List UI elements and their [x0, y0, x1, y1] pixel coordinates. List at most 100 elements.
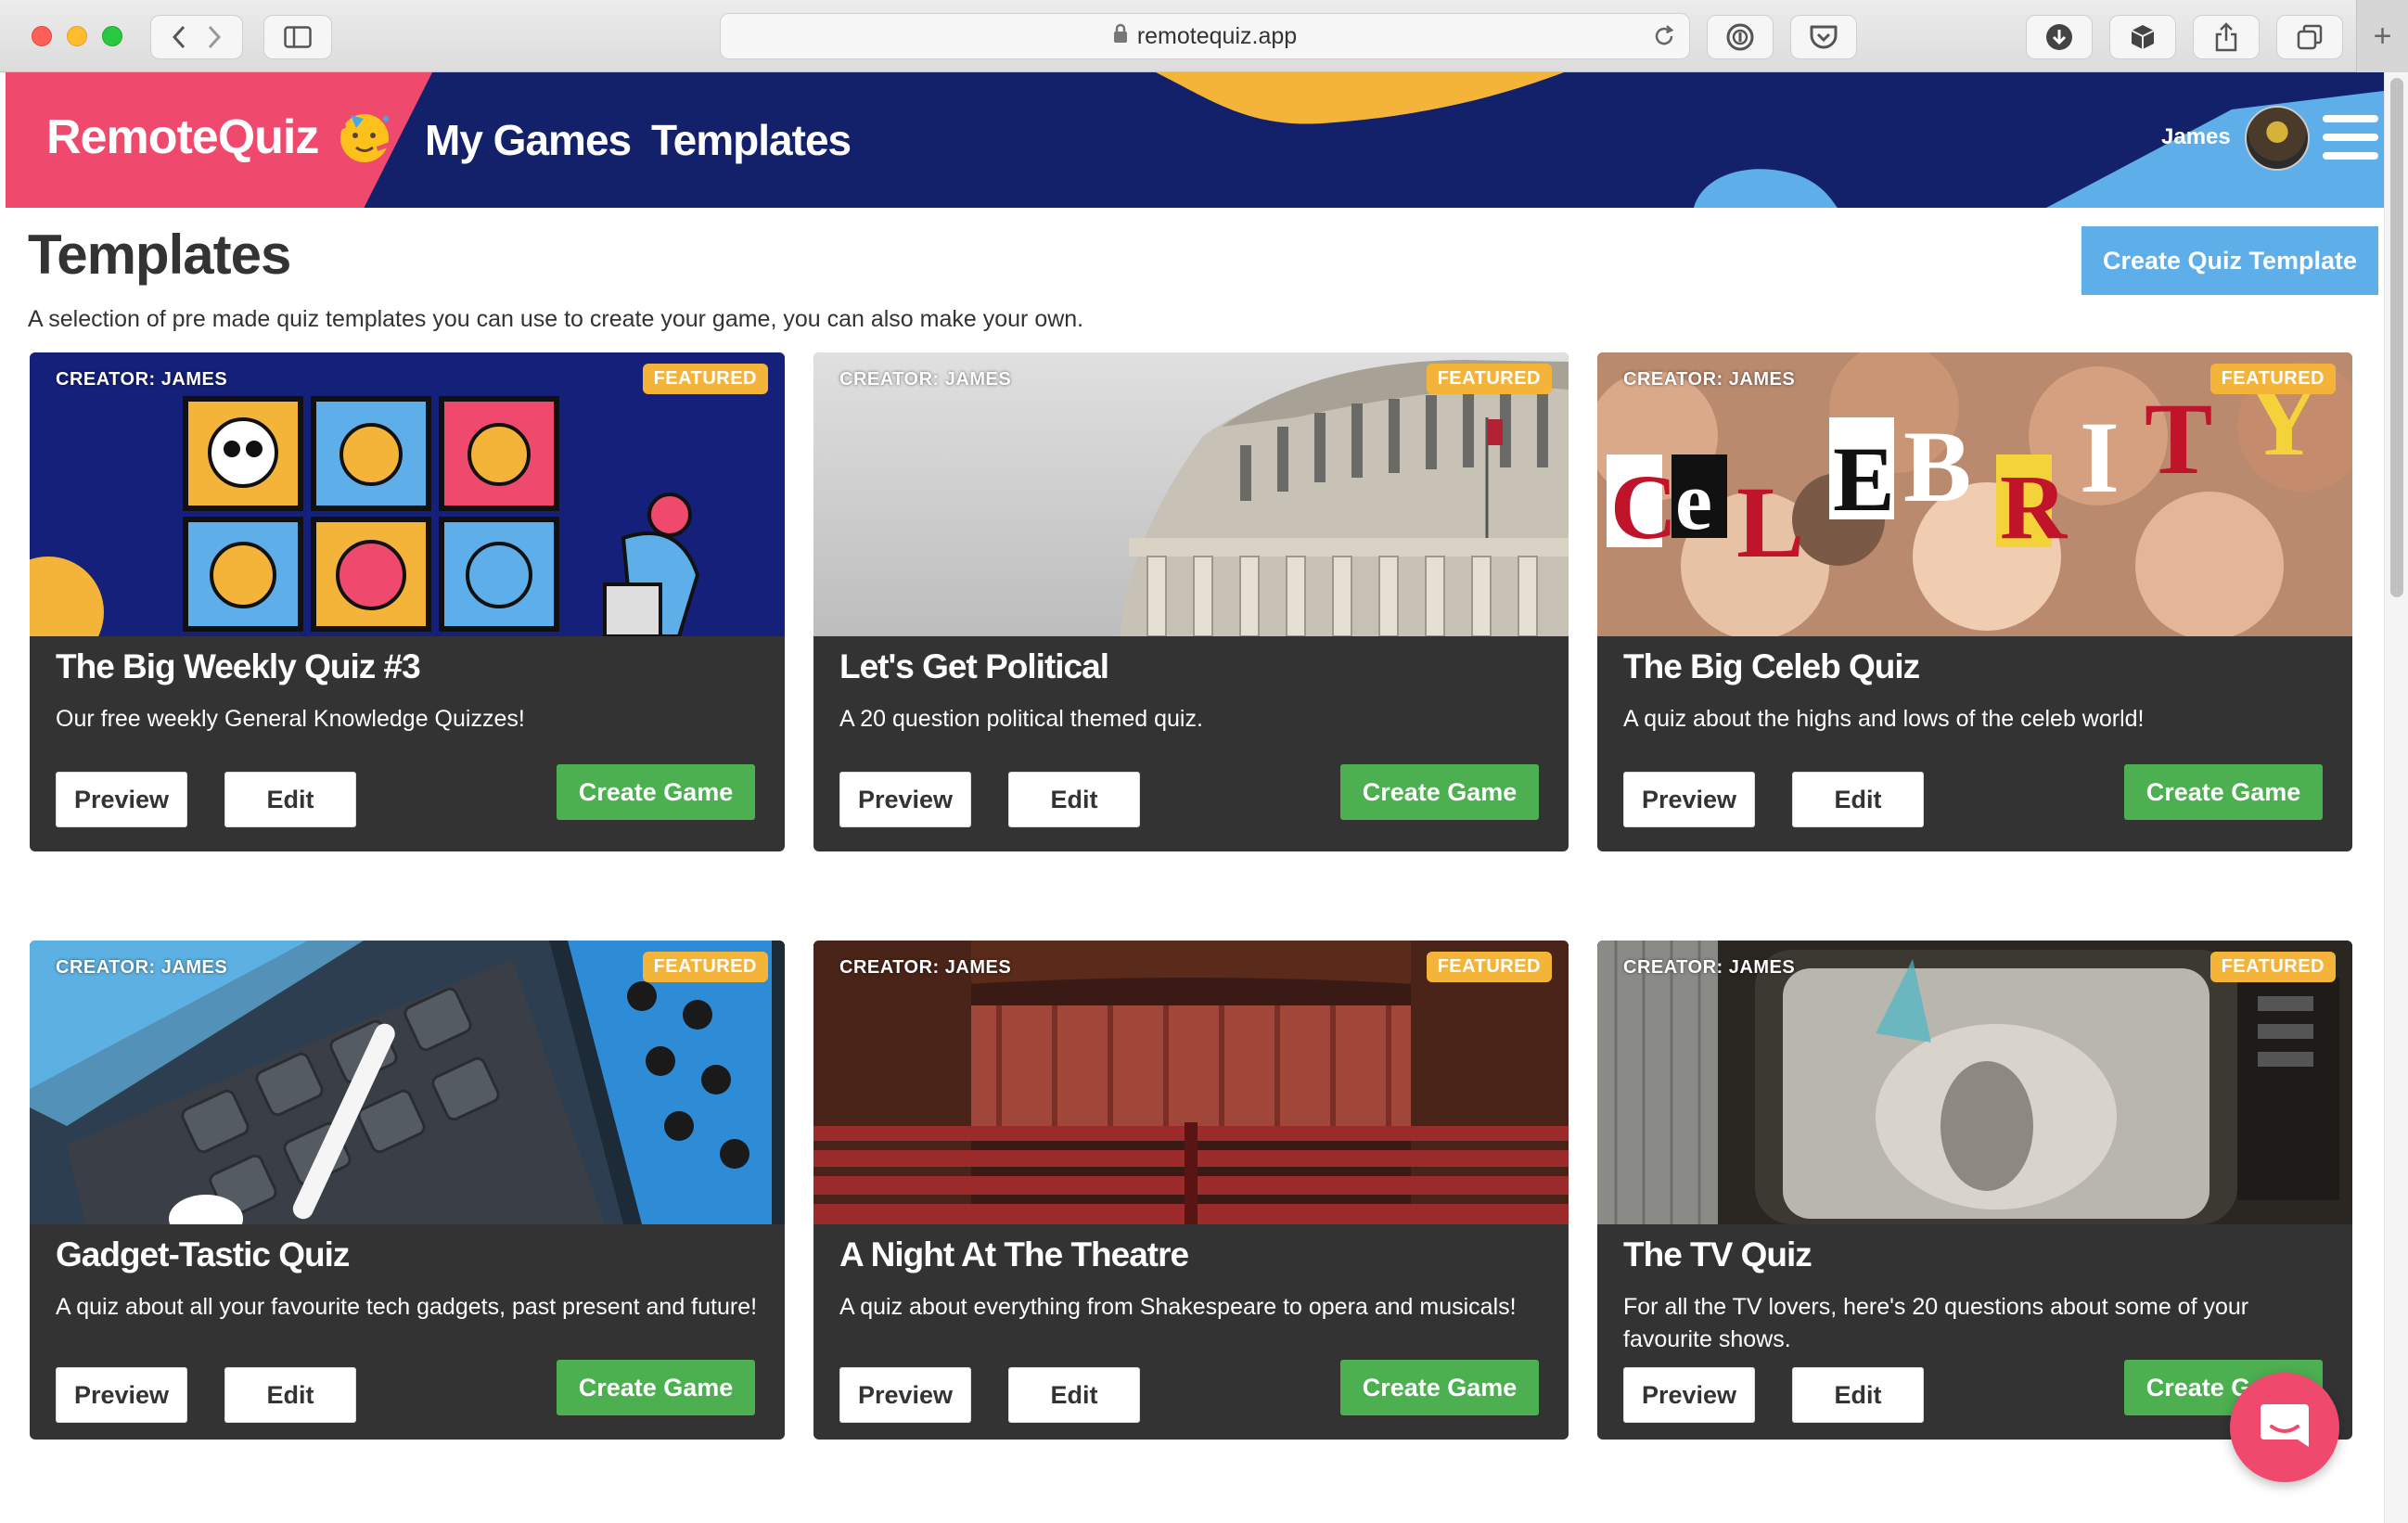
svg-text:e: e — [1675, 455, 1712, 547]
card-creator: CREATOR: JAMES — [839, 957, 1012, 978]
url-text: remotequiz.app — [1136, 22, 1298, 49]
create-game-button[interactable]: Create Game — [2124, 764, 2323, 820]
tabs-icon — [2296, 23, 2324, 51]
reload-icon[interactable] — [1652, 23, 1676, 56]
template-card: CREATOR: JAMES FEATURED A Night At The T… — [813, 941, 1569, 1440]
card-title: The Big Celeb Quiz — [1623, 647, 1920, 685]
svg-text:T: T — [2145, 382, 2212, 495]
featured-badge: FEATURED — [2209, 952, 2336, 982]
card-title: Let's Get Political — [839, 647, 1109, 685]
card-description: For all the TV lovers, here's 20 questio… — [1623, 1294, 2249, 1352]
pocket-button[interactable] — [1790, 15, 1857, 59]
edit-button[interactable]: Edit — [224, 772, 356, 827]
preview-button[interactable]: Preview — [56, 772, 187, 827]
downloads-button[interactable] — [2026, 15, 2093, 59]
create-game-button[interactable]: Create Game — [557, 1360, 755, 1415]
close-window-button[interactable] — [32, 26, 52, 46]
featured-badge: FEATURED — [2209, 364, 2336, 394]
hamburger-icon[interactable] — [2323, 115, 2378, 160]
preview-button[interactable]: Preview — [1623, 1367, 1755, 1423]
new-tab-button[interactable]: + — [2356, 0, 2408, 72]
chat-launcher-button[interactable] — [2230, 1373, 2339, 1482]
featured-badge: FEATURED — [642, 952, 768, 982]
card-image-theatre — [813, 941, 1569, 1224]
lock-icon — [1113, 23, 1128, 50]
card-image-television — [1597, 941, 2352, 1224]
page-subtitle: A selection of pre made quiz templates y… — [28, 306, 1084, 332]
featured-badge: FEATURED — [1426, 364, 1552, 394]
card-title: Gadget-Tastic Quiz — [56, 1235, 350, 1273]
preview-button[interactable]: Preview — [839, 772, 971, 827]
card-creator: CREATOR: JAMES — [839, 369, 1012, 390]
minimize-window-button[interactable] — [67, 26, 87, 46]
edit-button[interactable]: Edit — [224, 1367, 356, 1423]
template-card: C e L E B R I T Y CREATOR: JAMES FEATURE… — [1597, 352, 2352, 851]
tabs-button[interactable] — [2276, 15, 2343, 59]
card-title: The Big Weekly Quiz #3 — [56, 647, 421, 685]
card-creator: CREATOR: JAMES — [1623, 957, 1796, 978]
back-icon[interactable] — [172, 25, 186, 49]
featured-badge: FEATURED — [642, 364, 768, 394]
nav-my-games[interactable]: My Games — [425, 115, 632, 165]
site-header: RemoteQuiz My Games Templates James — [6, 72, 2384, 208]
card-description: Our free weekly General Knowledge Quizze… — [56, 706, 525, 732]
edit-button[interactable]: Edit — [1008, 772, 1140, 827]
nav-templates[interactable]: Templates — [651, 115, 852, 165]
template-card: CREATOR: JAMES FEATURED The TV Quiz For … — [1597, 941, 2352, 1440]
sidebar-icon — [284, 26, 312, 48]
svg-text:L: L — [1736, 466, 1804, 579]
plus-icon: + — [2373, 18, 2392, 54]
extension-icon — [2129, 23, 2157, 51]
template-card: CREATOR: JAMES FEATURED The Big Weekly Q… — [30, 352, 785, 851]
svg-text:B: B — [1903, 410, 1971, 523]
card-image-capitol — [813, 352, 1569, 636]
card-title: The TV Quiz — [1623, 1235, 1812, 1273]
template-card: CREATOR: JAMES FEATURED Let's Get Politi… — [813, 352, 1569, 851]
password-button[interactable] — [1707, 15, 1774, 59]
card-image-celebrity-collage: C e L E B R I T Y — [1597, 352, 2352, 636]
edit-button[interactable]: Edit — [1792, 772, 1924, 827]
svg-text:R: R — [2000, 455, 2069, 558]
create-quiz-template-button[interactable]: Create Quiz Template — [2081, 226, 2378, 295]
forward-icon[interactable] — [207, 25, 222, 49]
browser-toolbar: remotequiz.app + — [0, 0, 2408, 72]
card-image-monsters — [30, 352, 785, 636]
chat-icon — [2259, 1401, 2311, 1455]
user-name[interactable]: James — [2161, 124, 2231, 150]
party-face-icon — [340, 114, 391, 162]
featured-badge: FEATURED — [1426, 952, 1552, 982]
template-card: CREATOR: JAMES FEATURED Gadget-Tastic Qu… — [30, 941, 785, 1440]
card-creator: CREATOR: JAMES — [56, 369, 228, 390]
create-game-button[interactable]: Create Game — [1340, 1360, 1539, 1415]
preview-button[interactable]: Preview — [839, 1367, 971, 1423]
back-forward-group — [150, 15, 243, 59]
card-description: A quiz about all your favourite tech gad… — [56, 1294, 758, 1320]
share-icon — [2214, 22, 2238, 52]
card-description: A 20 question political themed quiz. — [839, 706, 1203, 732]
card-creator: CREATOR: JAMES — [1623, 369, 1796, 390]
address-bar[interactable]: remotequiz.app — [720, 13, 1690, 59]
extension-button[interactable] — [2109, 15, 2176, 59]
svg-text:I: I — [2080, 401, 2120, 514]
create-game-button[interactable]: Create Game — [557, 764, 755, 820]
share-button[interactable] — [2193, 15, 2260, 59]
card-description: A quiz about the highs and lows of the c… — [1623, 706, 2145, 732]
edit-button[interactable]: Edit — [1792, 1367, 1924, 1423]
sidebar-button[interactable] — [263, 15, 332, 59]
card-description: A quiz about everything from Shakespeare… — [839, 1294, 1517, 1320]
scrollbar-thumb[interactable] — [2390, 78, 2403, 597]
site-logo[interactable]: RemoteQuiz — [46, 109, 319, 165]
card-creator: CREATOR: JAMES — [56, 957, 228, 978]
card-image-gadgets — [30, 941, 785, 1224]
maximize-window-button[interactable] — [102, 26, 122, 46]
svg-text:C: C — [1610, 455, 1677, 558]
preview-button[interactable]: Preview — [1623, 772, 1755, 827]
edit-button[interactable]: Edit — [1008, 1367, 1140, 1423]
card-title: A Night At The Theatre — [839, 1235, 1189, 1273]
page-scrollbar[interactable] — [2384, 72, 2408, 1523]
create-game-button[interactable]: Create Game — [1340, 764, 1539, 820]
pocket-icon — [1809, 23, 1838, 51]
preview-button[interactable]: Preview — [56, 1367, 187, 1423]
password-icon — [1725, 22, 1755, 52]
avatar[interactable] — [2245, 106, 2310, 171]
